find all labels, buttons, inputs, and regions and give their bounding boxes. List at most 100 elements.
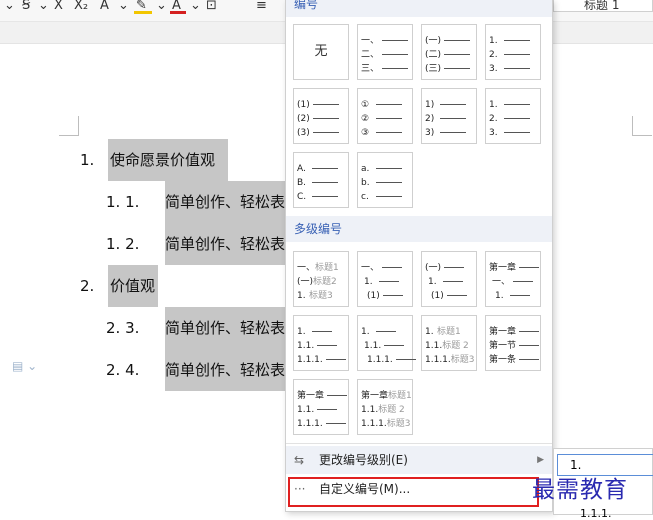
tile-marker: 1. [425,327,434,337]
tile-row: ② [361,113,411,125]
tile-heading-label: 标题3 [450,355,475,365]
document-line[interactable]: 简单创作、轻松表 [165,181,285,223]
section-title-numbering: 编号 [286,0,552,17]
multilevel-style-tile[interactable]: 第一章 第一节 第一条 [485,315,541,371]
multilevel-style-tile[interactable]: 第一章 一、 1. [485,251,541,307]
tile-marker: 1. [489,100,498,110]
tile-marker: 1.1. [297,341,315,351]
tile-row: 1. [495,290,545,302]
numbering-style-tile[interactable]: (一) (二) (三) [421,24,477,80]
tile-marker: 1.1.1. [297,419,323,429]
superscript-icon[interactable]: X [54,0,63,14]
tile-row: 1.1.1.标题3 [425,354,475,366]
tile-line [312,182,338,183]
numbering-style-tile[interactable]: a. b. c. [357,152,413,208]
tile-row: 3. [489,63,539,75]
tile-heading-label: 标题 2 [442,341,469,351]
strikethrough-icon[interactable]: Ꞩ [22,0,30,14]
document-line[interactable]: 简单创作、轻松表 [165,223,285,265]
tile-marker: ② [361,114,370,124]
tile-marker: b. [361,178,370,188]
tile-marker: (二) [425,50,442,60]
multilevel-style-tile[interactable]: 一、标题1 (一)标题2 1. 标题3 [293,251,349,307]
multilevel-style-tile[interactable]: 1. 1.1. 1.1.1. [293,315,349,371]
tile-line [382,68,409,69]
tile-marker: 三、 [361,64,380,74]
tile-marker: 3) [425,128,435,138]
char-border-icon[interactable]: ⊡ [206,0,217,14]
tile-line [312,196,338,197]
tile-row: 第一章 [489,262,540,274]
tile-line [440,118,466,119]
numbering-none-tile[interactable]: 无 [293,24,349,80]
tile-row: a. [361,163,411,175]
multilevel-style-tile[interactable]: 1. 1.1. 1.1.1. [357,315,416,371]
tile-row: 1. 标题1 [425,326,475,338]
tile-marker: (1) [367,291,380,301]
tile-row: (3) [297,127,347,139]
tile-marker: 1.1. [361,405,379,415]
tile-marker: 1. [297,291,306,301]
tile-row: 3) [425,127,475,139]
tile-heading-label: 标题1 [388,391,412,401]
dropdown-arrow-icon[interactable]: ⌄ [118,0,129,14]
dropdown-arrow-icon[interactable]: ⌄ [156,0,167,14]
align-icon[interactable]: ≡ [256,0,267,14]
dropdown-arrow-icon[interactable]: ⌄ [4,0,15,14]
tile-line [312,104,339,105]
tile-row: 2. [489,49,539,61]
tile-line [519,267,540,268]
multilevel-style-tile[interactable]: 一、 1. (1) [357,251,413,307]
document-line[interactable]: 使命愿景价值观 [110,139,215,181]
multilevel-style-tile[interactable]: (一) 1. (1) [421,251,477,307]
document-line[interactable]: 简单创作、轻松表 [165,349,285,391]
document-line[interactable]: 价值观 [110,265,155,307]
tile-marker: 1) [425,100,435,110]
highlight-color-bar [134,11,152,14]
numbering-style-tile[interactable]: (1) (2) (3) [293,88,349,144]
tile-row: (1) [431,290,481,302]
tile-row: 一、 [492,276,542,288]
tile-heading-label: 标题 2 [378,405,405,415]
tile-row: (1) [367,290,417,302]
multilevel-style-tile[interactable]: 第一章 1.1. 1.1.1. [293,379,349,435]
numbering-style-tile[interactable]: 1. 2. 3. [485,24,541,80]
tile-marker: 一、 [492,277,511,287]
tile-line [443,281,463,282]
tile-marker: (一) [425,263,442,273]
tile-line [444,40,471,41]
change-level-menu-item[interactable]: ⇆ 更改编号级别(E) ▶ [286,446,552,474]
tile-line [504,104,530,105]
subscript-icon[interactable]: X₂ [74,0,88,14]
style-selector[interactable]: 标题 1 [553,0,653,12]
tile-marker: 2. [489,114,498,124]
numbering-style-tile[interactable]: ① ② ③ [357,88,413,144]
tile-line [444,68,471,69]
tile-line [519,345,540,346]
tile-row: 1. [297,326,347,338]
tile-row: C. [297,191,347,203]
tile-row: 2) [425,113,475,125]
tile-row: 3. [489,127,539,139]
tile-row: 1. [489,99,539,111]
watermark-text: 最需教育 [532,477,628,503]
text-effect-icon[interactable]: A [100,0,109,14]
dropdown-arrow-icon[interactable]: ⌄ [190,0,201,14]
paragraph-handle-icon[interactable]: ▤ ⌄ [12,359,40,373]
tile-marker: 3. [489,64,498,74]
tile-row: (一) [425,35,475,47]
multilevel-style-tile[interactable]: 1. 标题1 1.1.标题 2 1.1.1.标题3 [421,315,477,371]
numbering-style-tile[interactable]: 一、 二、 三、 [357,24,413,80]
tile-line [440,132,466,133]
numbering-style-tile[interactable]: A. B. C. [293,152,349,208]
multilevel-style-tile[interactable]: 第一章标题1 1.1.标题 2 1.1.1.标题3 [357,379,413,435]
numbering-style-tile[interactable]: 1) 2) 3) [421,88,477,144]
margin-corner-mark [59,116,79,136]
dropdown-arrow-icon[interactable]: ⌄ [38,0,49,14]
tile-marker: A. [297,164,306,174]
tile-marker: 3. [489,128,498,138]
tile-marker: 1. [489,36,498,46]
tile-marker: 1.1.1. [367,355,393,365]
numbering-style-tile[interactable]: 1. 2. 3. [485,88,541,144]
document-line[interactable]: 简单创作、轻松表 [165,307,285,349]
